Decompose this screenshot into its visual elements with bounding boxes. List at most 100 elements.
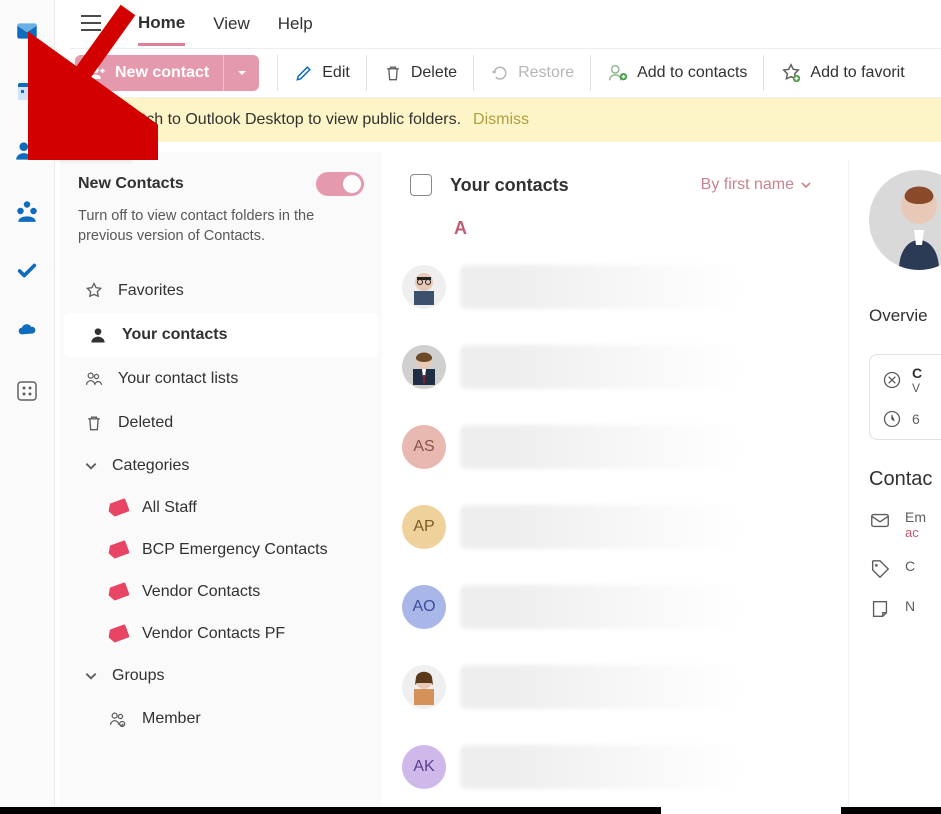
mail-icon[interactable] [14,18,40,44]
restore-button[interactable]: Restore [473,55,590,91]
chevron-down-icon [800,179,812,191]
person-plus-icon [89,64,107,82]
restore-icon [490,63,510,83]
panel-title: New Contacts [78,175,184,193]
person-icon [88,325,108,345]
contact-avatar [402,265,446,309]
new-contact-dropdown[interactable] [223,55,259,91]
contact-row[interactable] [390,247,832,327]
contact-name-redacted [460,265,740,309]
chevron-down-icon [84,459,98,473]
contact-name-redacted [460,745,740,789]
detail-tab-overview[interactable]: Overvie [869,306,941,326]
onedrive-icon[interactable] [14,318,40,344]
group-member[interactable]: Member [60,697,382,741]
tag-icon [106,624,130,644]
category-vendor[interactable]: Vendor Contacts [60,571,382,613]
detail-email-row: Em ac [869,509,941,540]
tag-icon [106,498,130,518]
contacts-header: Your contacts By first name [390,160,832,210]
tab-view[interactable]: View [213,4,250,44]
category-all-staff[interactable]: All Staff [60,487,382,529]
category-vendor-pf[interactable]: Vendor Contacts PF [60,613,382,655]
contact-initials: AS [402,425,446,469]
contact-row[interactable]: AO [390,567,832,647]
info-banner: Switch to Outlook Desktop to view public… [70,98,941,142]
nav-groups[interactable]: Groups [60,655,382,697]
contacts-list: Your contacts By first name A AS AP AO AK [390,160,832,814]
people-list-icon [84,369,104,389]
groups-icon[interactable] [14,198,40,224]
add-contact-icon [607,62,629,84]
sort-dropdown[interactable]: By first name [701,176,812,194]
people-tooltip: People [56,127,133,158]
chevron-down-icon [84,669,98,683]
tag-icon [106,582,130,602]
top-menu: Home View Help [70,0,941,48]
contact-row[interactable] [390,647,832,727]
tag-outline-icon [869,558,891,580]
tab-home[interactable]: Home [138,3,185,46]
tab-help[interactable]: Help [278,4,313,44]
contact-row[interactable]: AK [390,727,832,807]
banner-text: Switch to Outlook Desktop to view public… [116,111,461,129]
contact-avatar [402,665,446,709]
new-contacts-toggle[interactable] [316,172,364,196]
new-contact-label: New contact [115,64,209,82]
category-bcp[interactable]: BCP Emergency Contacts [60,529,382,571]
contact-initials: AK [402,745,446,789]
new-contact-button[interactable]: New contact [75,55,259,91]
add-to-favorites-button[interactable]: Add to favorit [763,55,920,91]
more-apps-icon[interactable] [14,378,40,404]
contact-info-heading: Contac [869,468,941,491]
todo-icon[interactable] [14,258,40,284]
add-to-contacts-button[interactable]: Add to contacts [590,55,763,91]
contacts-sidebar: New Contacts Turn off to view contact fo… [60,152,382,814]
contact-name-redacted [460,425,740,469]
group-member-icon [108,709,128,729]
delete-button[interactable]: Delete [366,55,473,91]
detail-note-row: N [869,598,941,620]
nav-favorites[interactable]: Favorites [60,269,382,313]
contact-row[interactable]: AP [390,487,832,567]
calendar-icon[interactable] [14,78,40,104]
nav-deleted[interactable]: Deleted [60,401,382,445]
hamburger-icon[interactable] [80,14,110,35]
contact-name-redacted [460,345,740,389]
star-plus-icon [780,62,802,84]
detail-category-row: C [869,558,941,580]
tag-icon [106,540,130,560]
edit-button[interactable]: Edit [277,55,366,91]
app-rail [0,0,55,814]
detail-avatar [869,170,941,270]
contact-avatar [402,345,446,389]
star-icon [84,281,104,301]
contact-row[interactable]: AS [390,407,832,487]
select-all-checkbox[interactable] [410,174,432,196]
edit-icon [294,63,314,83]
contact-name-redacted [460,665,740,709]
note-icon [869,598,891,620]
toolbar: New contact Edit Delete Restore Add to c… [70,48,941,98]
people-icon[interactable] [14,138,40,164]
mail-icon [869,509,891,531]
detail-card: C V 6 [869,354,941,440]
contact-name-redacted [460,585,740,629]
banner-dismiss[interactable]: Dismiss [473,111,529,129]
close-circle-icon [882,370,902,390]
contact-initials: AP [402,505,446,549]
contact-name-redacted [460,505,740,549]
contact-detail: Overvie C V 6 Contac Em ac C N [848,160,941,814]
nav-contact-lists[interactable]: Your contact lists [60,357,382,401]
nav-your-contacts[interactable]: Your contacts [64,313,378,357]
clock-icon [882,409,902,429]
contact-initials: AO [402,585,446,629]
letter-separator: A [390,210,832,247]
contacts-title: Your contacts [450,175,683,196]
contact-row[interactable] [390,327,832,407]
nav-categories[interactable]: Categories [60,445,382,487]
new-contacts-panel: New Contacts Turn off to view contact fo… [60,152,382,261]
panel-description: Turn off to view contact folders in the … [78,206,364,247]
trash-icon [84,413,104,433]
trash-icon [383,63,403,83]
